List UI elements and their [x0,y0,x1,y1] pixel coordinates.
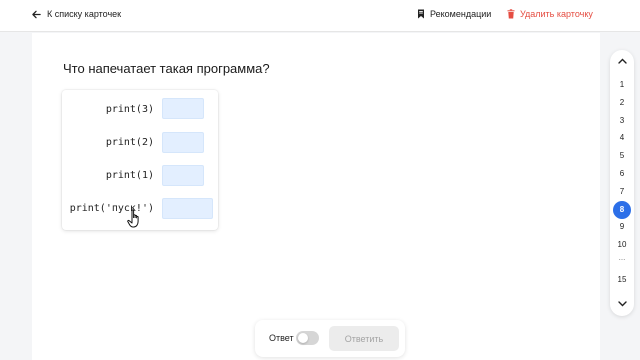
pager-down-button[interactable] [610,297,634,311]
bottom-action-bar: Ответ Ответить [255,320,405,357]
answer-toggle[interactable] [296,331,319,345]
back-to-list-link[interactable]: К списку карточек [32,9,121,19]
code-line-3: print(1) [105,170,154,181]
answer-field-1[interactable] [162,98,204,119]
code-line-1: print(3) [105,104,154,115]
submit-answer-button[interactable]: Ответить [329,326,399,351]
pager-page-8[interactable]: 8 [613,200,631,219]
recommendations-label: Рекомендации [430,9,492,19]
pager-ellipsis: ... [618,253,626,262]
toggle-knob [298,333,308,343]
arrow-left-icon [32,10,41,18]
pager-page-7[interactable]: 7 [610,185,634,199]
pager-page-10[interactable]: 10 [610,238,634,252]
answer-field-2[interactable] [162,132,204,153]
pager-page-6[interactable]: 6 [610,167,634,181]
top-bar: К списку карточек Рекомендации Удалить к… [0,0,640,32]
trash-icon [507,9,515,19]
back-to-list-label: К списку карточек [47,9,122,19]
pager-up-button[interactable] [610,54,634,68]
pager-page-3[interactable]: 3 [610,114,634,128]
pager-page-last[interactable]: 15 [610,273,634,287]
answer-toggle-label: Ответ [269,333,294,343]
delete-card-button[interactable]: Удалить карточку [507,9,593,19]
answer-field-4[interactable] [162,198,213,219]
recommendations-button[interactable]: Рекомендации [417,9,491,19]
chevron-up-icon [617,58,627,64]
pager-page-4[interactable]: 4 [610,131,634,145]
answer-field-3[interactable] [162,165,204,186]
pager-page-5[interactable]: 5 [610,149,634,163]
pager-page-9[interactable]: 9 [610,220,634,234]
card-pager: ... 15 1 2 3 4 5 6 7 8 9 10 [610,50,634,316]
code-line-2: print(2) [105,137,154,148]
hand-pointer-icon [127,209,139,228]
bookmark-icon [418,9,424,19]
question-title: Что напечатает такая программа? [63,61,270,76]
chevron-down-icon [617,301,627,307]
delete-card-label: Удалить карточку [520,9,593,19]
pager-page-2[interactable]: 2 [610,96,634,110]
pager-page-1[interactable]: 1 [610,78,634,92]
